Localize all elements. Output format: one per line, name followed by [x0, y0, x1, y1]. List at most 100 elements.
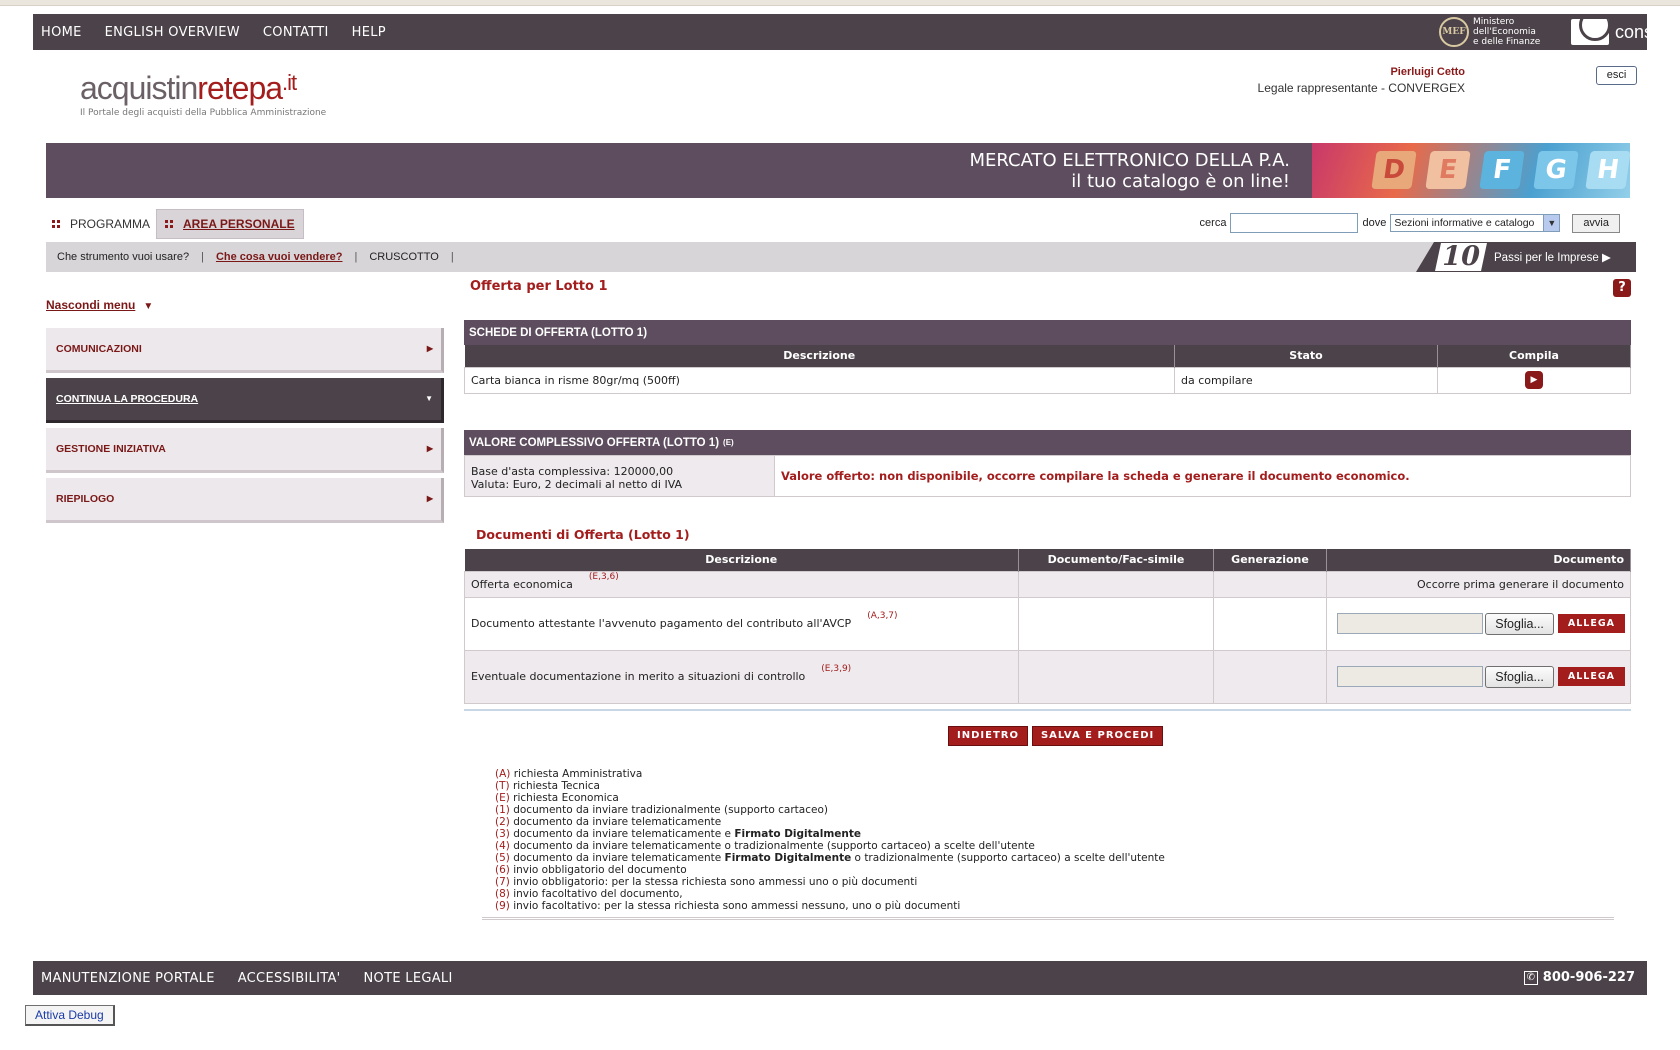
- ten-steps-badge[interactable]: 10 Passi per le Imprese ▶: [1416, 241, 1636, 272]
- subnav-cruscotto[interactable]: CRUSCOTTO: [369, 251, 438, 263]
- site-logo[interactable]: acquistinretepa.it Il Portale degli acqu…: [80, 70, 326, 118]
- sidebar-menu: COMUNICAZIONI ▶ CONTINUA LA PROCEDURA ▼ …: [46, 328, 444, 528]
- sidebar-item-comunicazioni[interactable]: COMUNICAZIONI ▶: [46, 328, 444, 373]
- scheda-stato: da compilare: [1174, 366, 1438, 394]
- documenti-table: Descrizione Documento/Fac-simile Generaz…: [464, 549, 1631, 704]
- divider: [464, 708, 1631, 712]
- where-select-value: Sezioni informative e catalogo: [1394, 217, 1535, 229]
- consip-name: consip: [1615, 21, 1668, 42]
- col-header: Documento: [1326, 549, 1631, 571]
- attach-button[interactable]: ALLEGA: [1557, 614, 1625, 633]
- consip-logo[interactable]: consip: [1571, 19, 1667, 45]
- subnav-separator: |: [201, 251, 204, 263]
- subnav-separator: |: [450, 251, 454, 263]
- subnav-cosa-vendere[interactable]: Che cosa vuoi vendere?: [216, 251, 343, 263]
- valore-section: VALORE COMPLESSIVO OFFERTA (LOTTO 1) (E) …: [464, 430, 1631, 497]
- search-bar: cerca dove Sezioni informative e catalog…: [1200, 213, 1620, 233]
- top-navigation: HOME ENGLISH OVERVIEW CONTATTI HELP MEF …: [33, 14, 1667, 50]
- page-title: Offerta per Lotto 1: [470, 279, 608, 294]
- browse-button[interactable]: Sfoglia...: [1485, 612, 1554, 635]
- banner-tile: G: [1533, 151, 1579, 189]
- browser-top-strip: [0, 0, 1680, 6]
- chevron-down-icon: ▼: [425, 394, 433, 403]
- sidebar-item-continua-procedura[interactable]: CONTINUA LA PROCEDURA ▼: [46, 378, 444, 423]
- ten-steps-number: 10: [1435, 241, 1487, 272]
- col-header: Generazione: [1213, 549, 1327, 571]
- valore-heading: VALORE COMPLESSIVO OFFERTA (LOTTO 1) (E): [464, 430, 1631, 455]
- doc-desc: Documento attestante l'avvenuto pagament…: [471, 617, 852, 630]
- legend-item: (2) documento da inviare telematicamente: [495, 816, 722, 828]
- brand-part3: .it: [282, 70, 297, 95]
- banner-tile: E: [1425, 151, 1471, 189]
- mef-line2: dell'Economia: [1473, 27, 1536, 37]
- valore-table: Base d'asta complessiva: 120000,00 Valut…: [464, 455, 1631, 497]
- nav-help[interactable]: HELP: [352, 25, 386, 40]
- where-label: dove: [1362, 217, 1387, 229]
- doc-ref: (E,3,9): [821, 664, 852, 674]
- sidebar-item-label: CONTINUA LA PROCEDURA: [56, 393, 199, 405]
- legend-item: (A) richiesta Amministrativa: [495, 768, 643, 780]
- brand-part1: acquistin: [80, 70, 198, 106]
- nav-contatti[interactable]: CONTATTI: [263, 25, 329, 40]
- search-input[interactable]: [1230, 213, 1359, 233]
- subnav-strumento[interactable]: Che strumento vuoi usare?: [57, 251, 189, 263]
- brand-part2: retepa: [197, 70, 283, 106]
- user-role: Legale rappresentante - CONVERGEX: [1257, 81, 1465, 95]
- where-select[interactable]: Sezioni informative e catalogo ▼: [1390, 214, 1561, 232]
- table-row: Offerta economica (E,3,6) Occorre prima g…: [464, 570, 1631, 598]
- sidebar-item-gestione-iniziativa[interactable]: GESTIONE INIZIATIVA ▶: [46, 428, 444, 473]
- tab-programma[interactable]: PROGRAMMA: [46, 208, 158, 240]
- consip-logo-icon: [1571, 19, 1609, 45]
- browse-button[interactable]: Sfoglia...: [1485, 665, 1554, 688]
- phone-icon: ✆: [1523, 970, 1538, 985]
- file-path-input[interactable]: [1337, 666, 1484, 687]
- legend-item: (E) richiesta Economica: [495, 792, 619, 804]
- banner-tiles-image: D E F G H: [1312, 143, 1630, 198]
- chevron-down-icon: ▼: [1543, 215, 1560, 231]
- mepa-banner[interactable]: MERCATO ELETTRONICO DELLA P.A. il tuo ca…: [46, 143, 1630, 198]
- documenti-heading: Documenti di Offerta (Lotto 1): [476, 527, 690, 542]
- base-asta: Base d'asta complessiva: 120000,00: [471, 465, 674, 478]
- search-label: cerca: [1199, 217, 1227, 229]
- valore-heading-label: VALORE COMPLESSIVO OFFERTA (LOTTO 1): [469, 436, 720, 449]
- debug-button[interactable]: Attiva Debug: [25, 1005, 115, 1026]
- doc-ref: (A,3,7): [867, 611, 898, 621]
- doc-desc: Offerta economica: [471, 577, 573, 591]
- subnav-separator: |: [354, 251, 358, 263]
- phone-number: 800-906-227: [1542, 970, 1635, 985]
- tab-area-personale[interactable]: AREA PERSONALE: [156, 209, 304, 239]
- nav-home[interactable]: HOME: [41, 25, 82, 40]
- legend-item: (4) documento da inviare telematicamente…: [495, 840, 1035, 852]
- sub-navigation: Che strumento vuoi usare? | Che cosa vuo…: [46, 242, 1630, 272]
- search-go-button[interactable]: avvia: [1572, 213, 1620, 233]
- table-row: Eventuale documentazione in merito a sit…: [464, 649, 1631, 704]
- attach-button[interactable]: ALLEGA: [1557, 667, 1625, 686]
- table-row: Carta bianca in risme 80gr/mq (500ff) da…: [464, 366, 1631, 394]
- nav-english-overview[interactable]: ENGLISH OVERVIEW: [105, 25, 240, 40]
- logout-button[interactable]: esci: [1596, 66, 1637, 85]
- footer-note-legali[interactable]: NOTE LEGALI: [364, 971, 453, 986]
- back-button[interactable]: INDIETRO: [948, 726, 1028, 746]
- compila-play-icon[interactable]: ▶: [1525, 371, 1543, 389]
- tab-programma-label: PROGRAMMA: [70, 217, 151, 231]
- banner-tile: D: [1371, 151, 1417, 189]
- mef-line1: Ministero: [1473, 17, 1515, 27]
- footer-manutenzione[interactable]: MANUTENZIONE PORTALE: [41, 971, 215, 986]
- save-proceed-button[interactable]: SALVA E PROCEDI: [1031, 726, 1164, 746]
- user-info: Pierluigi Cetto Legale rappresentante - …: [1258, 66, 1465, 95]
- schede-heading: SCHEDE DI OFFERTA (LOTTO 1): [464, 320, 1631, 345]
- legend-item: (6) invio obbligatorio del documento: [495, 864, 687, 876]
- bullet-icon: [52, 220, 60, 228]
- help-icon[interactable]: ?: [1613, 279, 1631, 297]
- footer-accessibilita[interactable]: ACCESSIBILITA': [238, 971, 341, 986]
- doc-desc: Eventuale documentazione in merito a sit…: [471, 670, 806, 683]
- mef-logo[interactable]: MEF Ministero dell'Economia e delle Fina…: [1439, 17, 1540, 47]
- file-path-input[interactable]: [1337, 613, 1484, 634]
- sidebar-item-label: RIEPILOGO: [56, 493, 115, 505]
- sidebar-item-riepilogo[interactable]: RIEPILOGO ▶: [46, 478, 444, 523]
- legend-item: (8) invio facoltativo del documento,: [495, 888, 683, 900]
- hide-menu-label: Nascondi menu: [46, 298, 136, 312]
- documenti-section: Documenti di Offerta (Lotto 1) Descrizio…: [464, 527, 1631, 712]
- tab-area-personale-label: AREA PERSONALE: [183, 217, 295, 231]
- hide-menu-toggle[interactable]: Nascondi menu ▼: [46, 298, 153, 312]
